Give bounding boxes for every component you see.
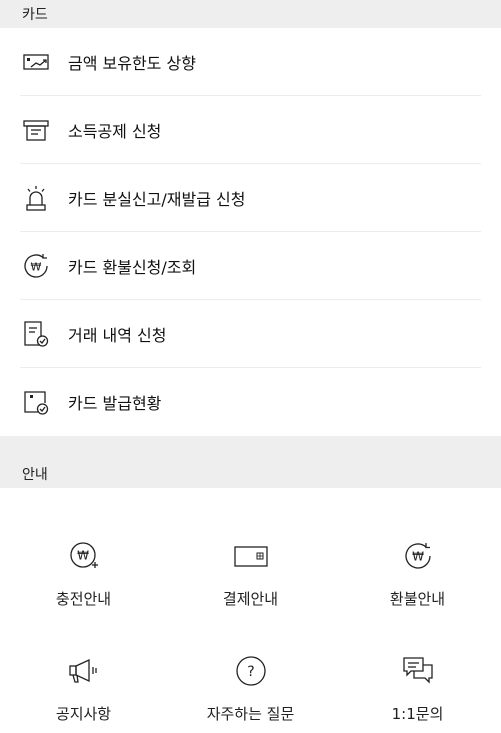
question-icon: ?: [233, 653, 269, 689]
grid-item-label: 충전안내: [55, 590, 112, 608]
info-section-title: 안내: [22, 467, 48, 483]
grid-item-inquiry[interactable]: 1:1문의: [334, 625, 501, 733]
grid-item-payment-guide[interactable]: 결제안내: [167, 510, 334, 625]
megaphone-icon: [66, 653, 102, 689]
menu-item-tax-deduction[interactable]: 소득공제 신청: [20, 96, 481, 164]
card-section-header: 카드: [0, 0, 501, 28]
grid-item-label: 환불안내: [389, 590, 446, 608]
alarm-icon: [20, 182, 52, 214]
tax-deduction-icon: [20, 114, 52, 146]
menu-item-label: 소득공제 신청: [68, 121, 162, 141]
menu-item-card-issue-status[interactable]: 카드 발급현황: [20, 368, 481, 436]
grid-item-label: 결제안내: [222, 590, 279, 608]
svg-text:?: ?: [247, 664, 254, 680]
menu-item-label: 카드 환불신청/조회: [68, 257, 197, 277]
menu-item-label: 카드 분실신고/재발급 신청: [68, 189, 246, 209]
card-menu-list: 금액 보유한도 상향 소득공제 신청 카드 분실신고/재발급 신청 ₩ 카드 환…: [0, 28, 501, 436]
won-refresh-icon: ₩: [20, 250, 52, 282]
svg-text:₩: ₩: [31, 260, 42, 273]
won-plus-icon: ₩: [66, 538, 102, 574]
document-check-icon: [20, 318, 52, 350]
menu-item-label: 거래 내역 신청: [68, 325, 167, 345]
grid-item-charge-guide[interactable]: ₩ 충전안내: [0, 510, 167, 625]
grid-item-label: 자주하는 질문: [206, 705, 295, 723]
menu-item-label: 카드 발급현황: [68, 394, 162, 413]
limit-up-icon: [20, 46, 52, 78]
card-icon: [233, 538, 269, 574]
svg-text:₩: ₩: [412, 550, 424, 564]
chat-icon: [400, 653, 436, 689]
grid-item-label: 1:1문의: [391, 705, 444, 723]
won-refresh-icon: ₩: [400, 538, 436, 574]
card-check-icon: [20, 386, 52, 418]
grid-item-faq[interactable]: ? 자주하는 질문: [167, 625, 334, 733]
card-section-title: 카드: [22, 7, 48, 23]
menu-item-card-refund[interactable]: ₩ 카드 환불신청/조회: [20, 232, 481, 300]
svg-text:₩: ₩: [77, 549, 89, 563]
grid-item-label: 공지사항: [55, 705, 112, 723]
menu-item-limit-up[interactable]: 금액 보유한도 상향: [20, 28, 481, 96]
info-section-header: 안내: [0, 436, 501, 488]
info-grid: ₩ 충전안내 결제안내 ₩ 환불안내 공지사항 ? 자주하는 질문 1:1문의: [0, 488, 501, 733]
grid-item-refund-guide[interactable]: ₩ 환불안내: [334, 510, 501, 625]
menu-item-lost-report[interactable]: 카드 분실신고/재발급 신청: [20, 164, 481, 232]
menu-item-label: 금액 보유한도 상향: [68, 53, 196, 73]
menu-item-transaction-history[interactable]: 거래 내역 신청: [20, 300, 481, 368]
grid-item-notice[interactable]: 공지사항: [0, 625, 167, 733]
